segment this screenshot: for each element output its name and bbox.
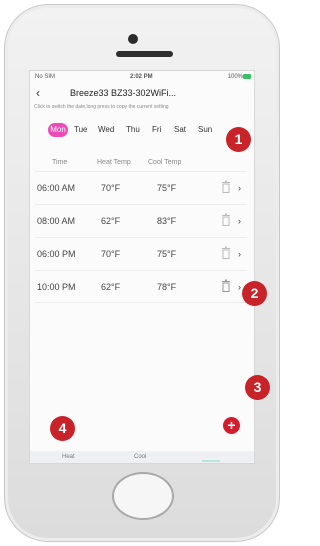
row-heat-temp: 62°F [101,216,121,226]
column-heat-temp: Heat Temp [97,159,131,166]
nav-bar: ‹ Breeze33 BZ33-302WiFi... [30,85,254,101]
schedule-row[interactable]: 08:00 AM 62°F 83°F › [35,204,247,237]
column-time: Time [52,159,68,166]
row-heat-temp: 70°F [101,249,121,259]
app-screen: No SIM 2:02 PM 100% ‹ Breeze33 BZ33-302W… [29,70,255,464]
schedule-row[interactable]: 06:00 AM 70°F 75°F › [35,171,247,204]
trash-icon[interactable] [221,213,231,226]
trash-icon[interactable] [221,180,231,193]
front-camera [128,34,138,44]
tab-cool[interactable]: Cool [134,454,146,460]
day-thu[interactable]: Thu [126,123,140,137]
mode-tabs: Heat Cool [30,451,254,463]
schedule-row[interactable]: 10:00 PM 62°F 78°F › [35,270,247,303]
add-schedule-button[interactable]: + [223,417,240,434]
status-bar: No SIM 2:02 PM 100% [30,71,254,85]
row-time: 06:00 PM [37,249,76,259]
callout-badge-3: 3 [245,375,270,400]
trash-icon[interactable] [221,279,231,292]
chevron-right-icon: › [238,282,241,292]
callout-badge-1: 1 [226,127,251,152]
instruction-hint: Click to switch the date,long press to c… [34,104,169,110]
battery-icon [243,74,251,79]
day-mon[interactable]: Mon [48,123,68,137]
trash-icon[interactable] [221,246,231,259]
earpiece-speaker [116,51,173,57]
row-time: 10:00 PM [37,282,76,292]
chevron-right-icon: › [238,216,241,226]
day-tue[interactable]: Tue [74,123,88,137]
callout-badge-2: 2 [242,281,267,306]
carrier-label: No SIM [35,74,56,80]
row-cool-temp: 78°F [157,282,177,292]
row-cool-temp: 83°F [157,216,177,226]
day-sat[interactable]: Sat [174,123,186,137]
battery-percent: 100% [227,74,243,80]
row-cool-temp: 75°F [157,249,177,259]
back-icon[interactable]: ‹ [36,86,40,100]
day-fri[interactable]: Fri [152,123,161,137]
tab-heat[interactable]: Heat [62,454,75,460]
row-time: 06:00 AM [37,183,76,193]
row-cool-temp: 75°F [157,183,177,193]
chevron-right-icon: › [238,183,241,193]
chevron-right-icon: › [238,249,241,259]
clock: 2:02 PM [130,74,153,80]
row-heat-temp: 62°F [101,282,121,292]
row-time: 08:00 AM [37,216,76,226]
callout-badge-4: 4 [50,416,75,441]
tab-indicator [202,460,220,462]
row-heat-temp: 70°F [101,183,121,193]
phone-frame: No SIM 2:02 PM 100% ‹ Breeze33 BZ33-302W… [4,4,280,542]
column-cool-temp: Cool Temp [148,159,182,166]
page-title: Breeze33 BZ33-302WiFi... [70,88,177,98]
home-button[interactable] [112,472,174,520]
day-sun[interactable]: Sun [198,123,212,137]
schedule-row[interactable]: 06:00 PM 70°F 75°F › [35,237,247,270]
day-wed[interactable]: Wed [98,123,114,137]
